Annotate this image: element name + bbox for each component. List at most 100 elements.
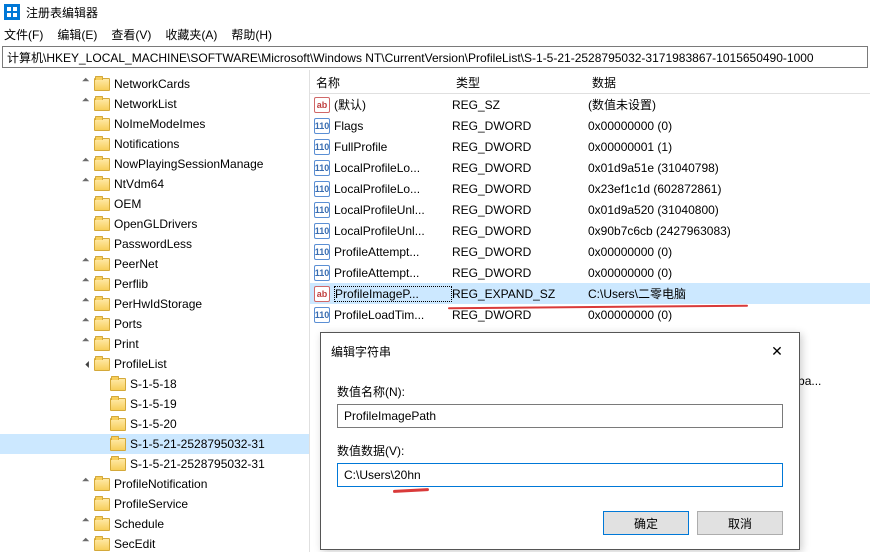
annotation-underline-2 [393, 488, 429, 493]
tree-item-label: Notifications [114, 137, 179, 151]
tree-item[interactable]: NowPlayingSessionManage [0, 154, 309, 174]
tree-item-label: S-1-5-21-2528795032-31 [130, 457, 265, 471]
tree-item[interactable]: PeerNet [0, 254, 309, 274]
tree-item[interactable]: Print [0, 334, 309, 354]
close-icon[interactable]: ✕ [765, 341, 789, 361]
tree-item-label: NoImeModeImes [114, 117, 205, 131]
value-data: 0x01d9a51e (31040798) [588, 161, 870, 175]
value-data-input[interactable] [337, 463, 783, 487]
tree-item[interactable]: PasswordLess [0, 234, 309, 254]
tree-item[interactable]: S-1-5-18 [0, 374, 309, 394]
chevron-right-icon[interactable] [80, 78, 94, 91]
value-name-input[interactable] [337, 404, 783, 428]
tree-item-label: Schedule [114, 517, 164, 531]
tree-item-label: SecEdit [114, 537, 155, 551]
col-type[interactable]: 类型 [450, 70, 586, 93]
value-type: REG_DWORD [452, 245, 588, 259]
folder-icon [94, 478, 110, 491]
binary-value-icon: 110 [314, 265, 330, 281]
chevron-right-icon[interactable] [80, 258, 94, 271]
list-row[interactable]: 110LocalProfileUnl...REG_DWORD0x01d9a520… [310, 199, 870, 220]
folder-icon [94, 158, 110, 171]
value-data: 0x00000000 (0) [588, 245, 870, 259]
tree-item[interactable]: SecEdit [0, 534, 309, 552]
chevron-right-icon[interactable] [80, 318, 94, 331]
value-type: REG_EXPAND_SZ [452, 287, 588, 301]
tree-item[interactable]: S-1-5-21-2528795032-31 [0, 454, 309, 474]
col-name[interactable]: 名称 [310, 70, 450, 93]
folder-icon [94, 178, 110, 191]
tree-item[interactable]: NetworkCards [0, 74, 309, 94]
tree-item[interactable]: OpenGLDrivers [0, 214, 309, 234]
tree-item[interactable]: NtVdm64 [0, 174, 309, 194]
tree-item[interactable]: NoImeModeImes [0, 114, 309, 134]
tree-item-label: OpenGLDrivers [114, 217, 197, 231]
address-bar[interactable]: 计算机\HKEY_LOCAL_MACHINE\SOFTWARE\Microsof… [2, 46, 868, 68]
value-name: LocalProfileLo... [334, 161, 452, 175]
tree-item[interactable]: ProfileService [0, 494, 309, 514]
list-row[interactable]: 110LocalProfileUnl...REG_DWORD0x90b7c6cb… [310, 220, 870, 241]
tree-item-label: OEM [114, 197, 141, 211]
folder-icon [94, 198, 110, 211]
chevron-right-icon[interactable] [80, 338, 94, 351]
tree-item[interactable]: PerHwIdStorage [0, 294, 309, 314]
tree-item[interactable]: NetworkList [0, 94, 309, 114]
value-data: 0x00000000 (0) [588, 119, 870, 133]
value-data: 0x23ef1c1d (602872861) [588, 182, 870, 196]
menu-bar: 文件(F) 编辑(E) 查看(V) 收藏夹(A) 帮助(H) [0, 24, 870, 44]
value-type: REG_DWORD [452, 140, 588, 154]
menu-favorites[interactable]: 收藏夹(A) [165, 26, 217, 43]
value-type: REG_DWORD [452, 161, 588, 175]
window-title: 注册表编辑器 [26, 4, 98, 21]
list-row[interactable]: abProfileImageP...REG_EXPAND_SZC:\Users\… [310, 283, 870, 304]
tree-item-label: Print [114, 337, 139, 351]
tree-item[interactable]: S-1-5-19 [0, 394, 309, 414]
list-row[interactable]: 110LocalProfileLo...REG_DWORD0x23ef1c1d … [310, 178, 870, 199]
list-row[interactable]: ab(默认)REG_SZ(数值未设置) [310, 94, 870, 115]
menu-edit[interactable]: 编辑(E) [57, 26, 97, 43]
list-row[interactable]: 110FullProfileREG_DWORD0x00000001 (1) [310, 136, 870, 157]
chevron-right-icon[interactable] [80, 178, 94, 191]
tree-item[interactable]: Ports [0, 314, 309, 334]
col-data[interactable]: 数据 [586, 70, 870, 93]
tree-item[interactable]: ProfileList [0, 354, 309, 374]
folder-icon [94, 358, 110, 371]
tree-item[interactable]: OEM [0, 194, 309, 214]
chevron-right-icon[interactable] [80, 158, 94, 171]
folder-icon [110, 398, 126, 411]
value-data: 0x00000000 (0) [588, 266, 870, 280]
list-row[interactable]: 110ProfileAttempt...REG_DWORD0x00000000 … [310, 262, 870, 283]
chevron-right-icon[interactable] [80, 478, 94, 491]
ok-button[interactable]: 确定 [603, 511, 689, 535]
menu-view[interactable]: 查看(V) [111, 26, 151, 43]
tree-item[interactable]: Schedule [0, 514, 309, 534]
list-row[interactable]: 110ProfileAttempt...REG_DWORD0x00000000 … [310, 241, 870, 262]
chevron-right-icon[interactable] [80, 518, 94, 531]
dialog-titlebar: 编辑字符串 ✕ [321, 333, 799, 369]
tree-item[interactable]: ProfileNotification [0, 474, 309, 494]
chevron-right-icon[interactable] [80, 278, 94, 291]
folder-icon [94, 298, 110, 311]
tree-item[interactable]: Perflib [0, 274, 309, 294]
binary-value-icon: 110 [314, 181, 330, 197]
menu-help[interactable]: 帮助(H) [231, 26, 272, 43]
tree-item-label: PasswordLess [114, 237, 192, 251]
string-value-icon: ab [314, 286, 330, 302]
value-name: ProfileImageP... [334, 286, 452, 302]
folder-icon [94, 318, 110, 331]
value-type: REG_DWORD [452, 203, 588, 217]
tree-item[interactable]: Notifications [0, 134, 309, 154]
folder-icon [94, 218, 110, 231]
chevron-right-icon[interactable] [80, 538, 94, 551]
tree-item[interactable]: S-1-5-20 [0, 414, 309, 434]
list-row[interactable]: 110LocalProfileLo...REG_DWORD0x01d9a51e … [310, 157, 870, 178]
menu-file[interactable]: 文件(F) [4, 26, 43, 43]
value-name: (默认) [334, 96, 452, 113]
chevron-right-icon[interactable] [80, 98, 94, 111]
chevron-right-icon[interactable] [80, 298, 94, 311]
tree-item[interactable]: S-1-5-21-2528795032-31 [0, 434, 309, 454]
cancel-button[interactable]: 取消 [697, 511, 783, 535]
tree-view[interactable]: NetworkCardsNetworkList NoImeModeImes Noti… [0, 70, 310, 552]
chevron-down-icon[interactable] [80, 359, 94, 370]
list-row[interactable]: 110FlagsREG_DWORD0x00000000 (0) [310, 115, 870, 136]
